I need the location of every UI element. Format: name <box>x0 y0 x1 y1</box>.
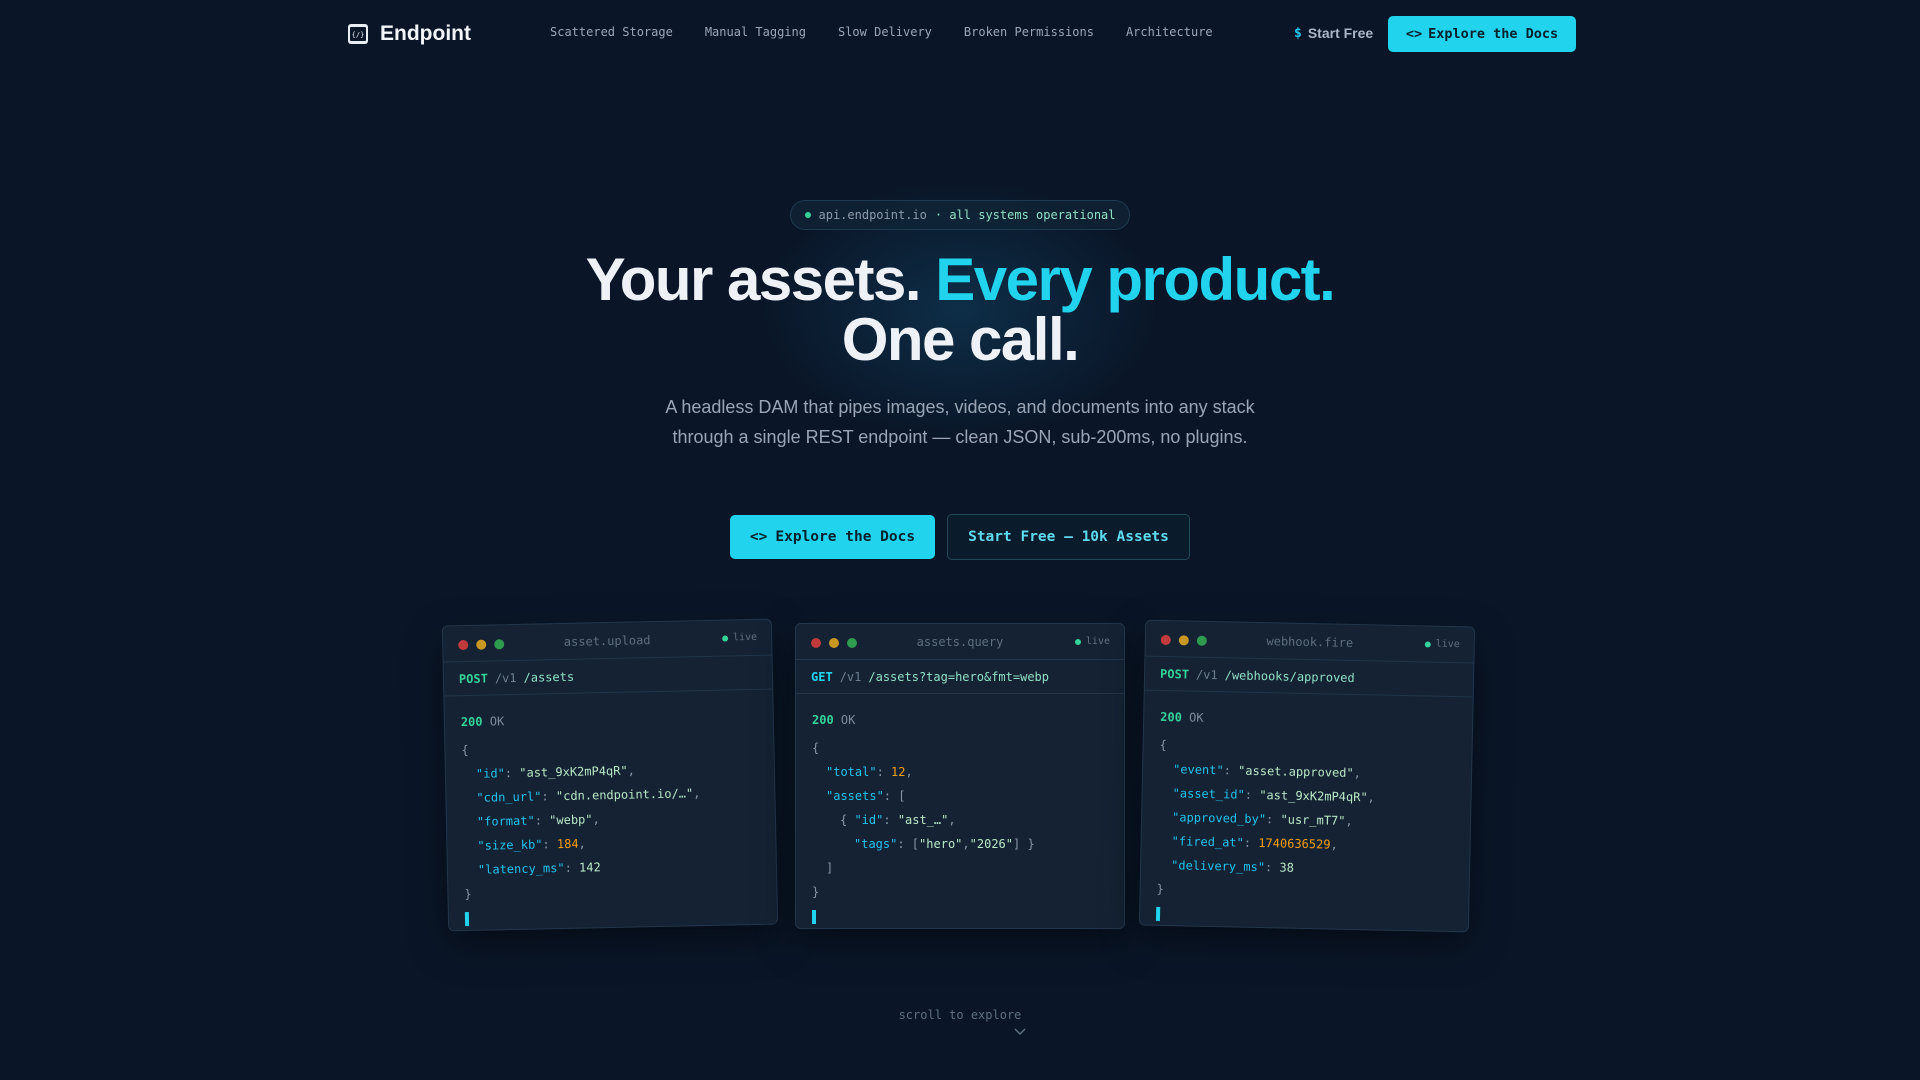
request-path: /webhooks/approved <box>1224 668 1355 685</box>
api-card-webhook: webhook.fire live POST /v1 /webhooks/app… <box>1138 619 1476 933</box>
api-version: /v1 <box>1195 667 1218 683</box>
hero-title-part1: Your assets. <box>585 246 936 313</box>
terminal-cursor <box>812 910 816 924</box>
scroll-hint: scroll to explore <box>898 1008 1022 1022</box>
hero-title-part2: One call. <box>841 306 1080 373</box>
api-host: api.endpoint.io <box>818 208 927 222</box>
response-body: 200 OK { "event": "asset.approved", "ass… <box>1140 691 1473 928</box>
json-field: "assets": [ <box>826 789 906 803</box>
logo-icon: {/} <box>348 24 368 44</box>
hero-explore-docs-button[interactable]: <> Explore the Docs <box>730 515 935 559</box>
card-titlebar: assets.query live <box>796 624 1124 660</box>
system-status: · all systems operational <box>934 208 1116 222</box>
hero-explore-docs-label: Explore the Docs <box>775 529 916 545</box>
nav-link-architecture[interactable]: Architecture <box>1126 25 1213 39</box>
hero-title: Your assets. Every product. One call. <box>0 250 1920 370</box>
status-text: OK <box>1188 710 1204 725</box>
code-icon: <> <box>749 529 768 545</box>
top-nav: {/} Endpoint Scattered Storage Manual Ta… <box>0 0 1920 68</box>
live-dot-icon <box>1074 638 1081 645</box>
request-path: /assets?tag=hero&fmt=webp <box>868 670 1049 684</box>
status-text: OK <box>840 713 856 727</box>
request-path: /assets <box>523 669 575 685</box>
live-indicator: live <box>1074 636 1110 647</box>
terminal-cursor <box>1155 906 1161 921</box>
json-field: "tags": ["hero","2026"] } <box>854 837 1035 851</box>
nav-link-scattered-storage[interactable]: Scattered Storage <box>550 25 673 39</box>
status-pill: api.endpoint.io · all systems operationa… <box>790 200 1130 230</box>
live-label: live <box>1085 636 1110 647</box>
hero-start-free-button[interactable]: Start Free — 10k Assets <box>947 514 1190 560</box>
http-method: POST <box>458 671 489 687</box>
api-version: /v1 <box>494 670 517 686</box>
response-status: 200 OK <box>461 704 757 734</box>
status-code: 200 <box>1160 709 1183 725</box>
live-indicator: live <box>722 632 757 644</box>
nav-start-free-label: Start Free <box>1307 25 1374 41</box>
code-icon: <> <box>1405 26 1423 42</box>
response-body: 200 OK { "total": 12, "assets": [ { "id"… <box>796 694 1124 924</box>
response-body: 200 OK { "id": "ast_9xK2mP4qR", "cdn_url… <box>444 690 777 927</box>
api-card-upload: asset.upload live POST /v1 /assets 200 O… <box>441 618 779 932</box>
nav-link-broken-permissions[interactable]: Broken Permissions <box>964 25 1094 39</box>
nav-link-slow-delivery[interactable]: Slow Delivery <box>838 25 932 39</box>
hero-subtitle: A headless DAM that pipes images, videos… <box>665 397 1255 447</box>
http-method: GET <box>811 670 833 684</box>
nav-start-free-link[interactable]: $ Start Free <box>1294 25 1373 41</box>
response-status: 200 OK <box>812 708 1108 732</box>
live-label: live <box>1435 638 1460 651</box>
json-field: { "id": "ast_…", <box>840 813 956 827</box>
terminal-cursor <box>464 911 470 927</box>
api-card-query: assets.query live GET /v1 /assets?tag=he… <box>795 623 1125 929</box>
brand-name: Endpoint <box>380 22 471 45</box>
card-titlebar: asset.upload live <box>442 619 772 663</box>
request-line: GET /v1 /assets?tag=hero&fmt=webp <box>796 660 1124 694</box>
brand-logo[interactable]: {/} Endpoint <box>348 22 471 46</box>
chevron-down-icon[interactable] <box>1014 1028 1026 1036</box>
card-titlebar: webhook.fire live <box>1145 620 1475 664</box>
hero-start-free-label: Start Free — 10k Assets <box>968 529 1169 545</box>
live-dot-icon <box>722 634 729 642</box>
status-dot-icon <box>804 212 811 218</box>
status-code: 200 <box>812 713 834 727</box>
nav-link-manual-tagging[interactable]: Manual Tagging <box>705 25 806 39</box>
live-label: live <box>732 631 758 644</box>
nav-links: Scattered Storage Manual Tagging Slow De… <box>550 25 1213 39</box>
dollar-icon: $ <box>1294 25 1302 41</box>
nav-explore-docs-label: Explore the Docs <box>1428 26 1559 42</box>
status-code: 200 <box>460 714 483 730</box>
status-text: OK <box>489 714 505 729</box>
live-indicator: live <box>1424 638 1460 651</box>
live-dot-icon <box>1424 640 1431 648</box>
svg-text:{/}: {/} <box>352 31 365 39</box>
api-version: /v1 <box>839 670 862 684</box>
http-method: POST <box>1159 666 1190 682</box>
nav-explore-docs-button[interactable]: <> Explore the Docs <box>1388 16 1576 52</box>
response-status: 200 OK <box>1160 705 1456 735</box>
hero-title-accent: Every product. <box>935 246 1336 313</box>
json-field: "total": 12, <box>826 765 913 779</box>
